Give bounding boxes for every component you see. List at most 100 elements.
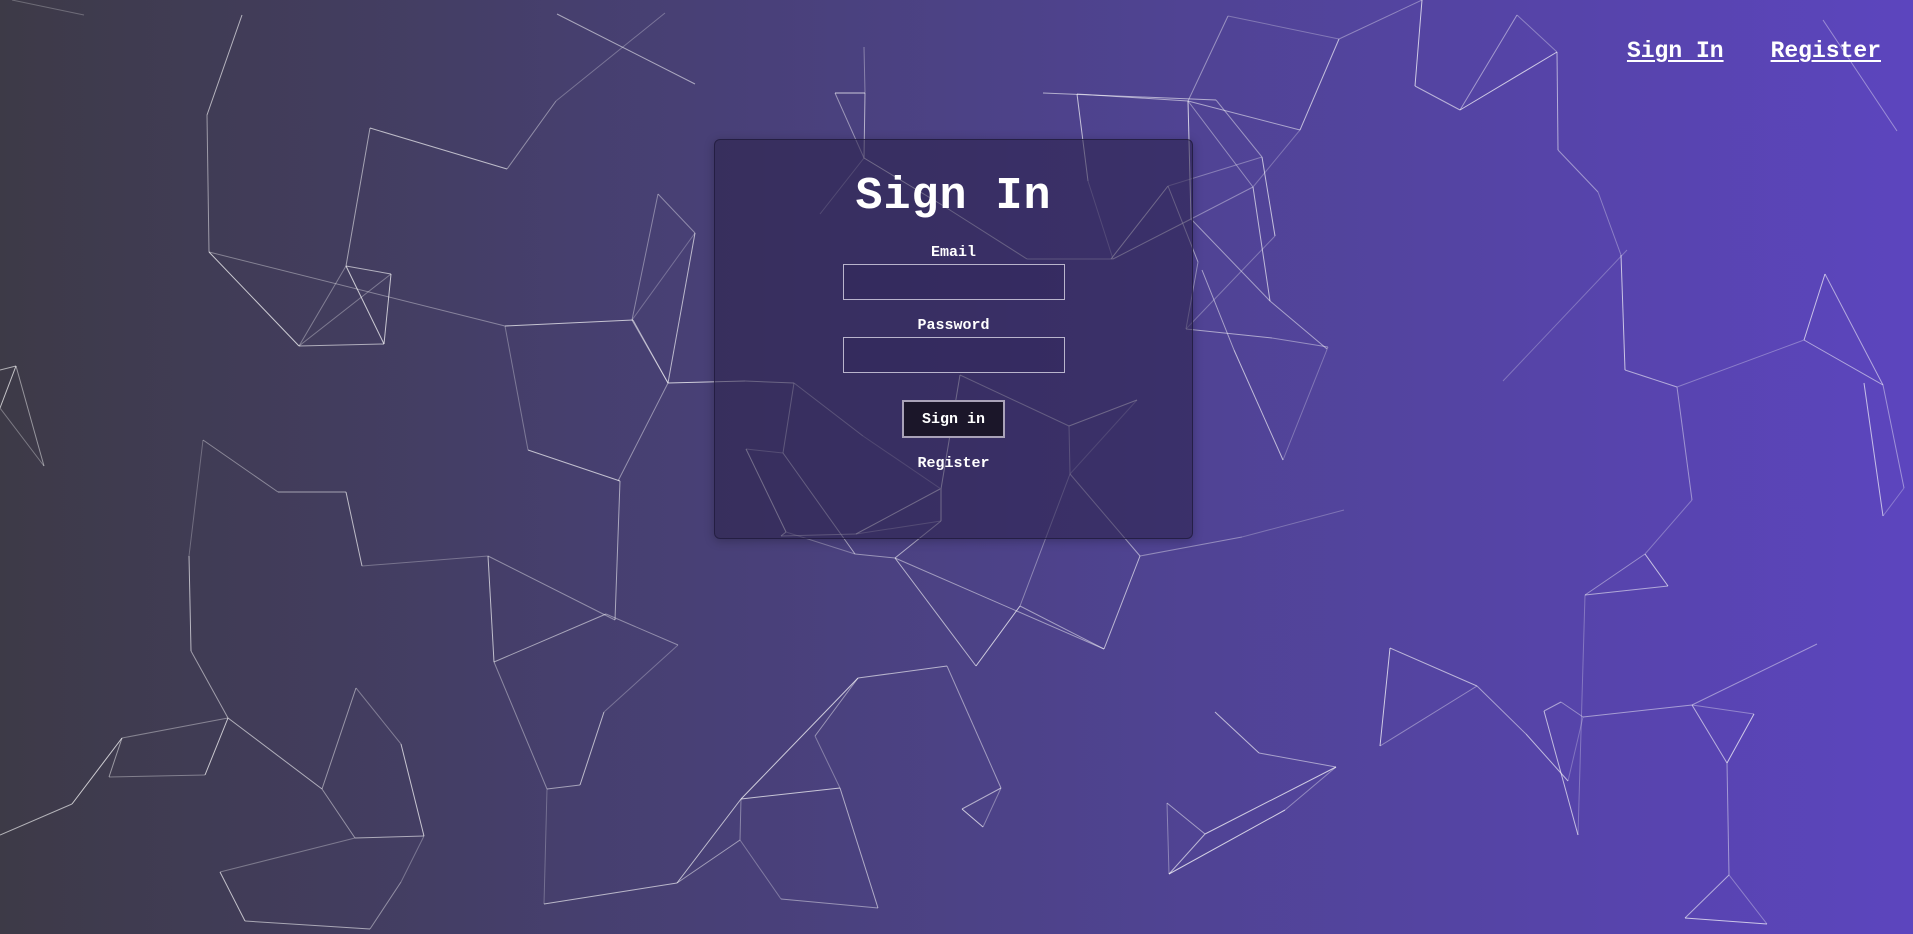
network-line	[1227, 15, 1340, 40]
email-field[interactable]	[842, 264, 1065, 300]
network-line	[1728, 874, 1768, 925]
network-line	[1882, 487, 1905, 517]
network-line	[298, 265, 347, 347]
network-line	[631, 193, 659, 321]
network-line	[946, 665, 1002, 789]
network-line	[667, 232, 696, 384]
network-line	[71, 737, 123, 805]
network-line	[1684, 874, 1730, 919]
network-line	[1282, 346, 1329, 461]
network-line	[369, 127, 508, 170]
network-line	[504, 319, 634, 327]
network-line	[1379, 647, 1391, 747]
network-line	[1584, 585, 1669, 596]
network-line	[1577, 594, 1586, 836]
register-link[interactable]: Register	[715, 456, 1192, 471]
network-line	[982, 787, 1002, 828]
network-line	[1185, 235, 1276, 330]
network-line	[219, 871, 246, 922]
nav-register-link[interactable]: Register	[1771, 38, 1881, 64]
network-line	[15, 365, 45, 467]
network-line	[1019, 605, 1105, 650]
network-line	[504, 325, 529, 451]
network-line	[546, 784, 581, 790]
network-line	[1863, 382, 1884, 517]
network-line	[345, 265, 392, 275]
network-line	[555, 12, 666, 102]
network-line	[631, 319, 669, 384]
network-line	[506, 100, 557, 170]
network-line	[614, 480, 621, 621]
network-line	[1644, 499, 1693, 555]
sign-in-button[interactable]: Sign in	[902, 400, 1005, 438]
network-line	[345, 491, 363, 567]
network-line	[1691, 643, 1818, 706]
network-line	[345, 127, 371, 267]
sign-in-card: Sign In Email Password Sign in Register	[714, 139, 1193, 539]
network-line	[1525, 733, 1569, 782]
network-line	[219, 837, 356, 873]
network-line	[961, 787, 1002, 810]
network-line	[121, 717, 229, 739]
network-line	[1284, 766, 1337, 811]
network-line	[1557, 149, 1599, 193]
network-line	[780, 898, 879, 909]
email-group: Email	[715, 245, 1192, 300]
network-line	[208, 251, 300, 347]
network-line	[961, 808, 984, 828]
network-line	[1459, 51, 1558, 111]
network-line	[839, 787, 879, 909]
network-line	[1338, 0, 1423, 40]
network-line	[321, 788, 356, 839]
network-line	[1882, 384, 1905, 489]
network-line	[1676, 386, 1693, 501]
network-line	[493, 613, 607, 663]
network-line	[1414, 0, 1423, 87]
network-line	[1459, 14, 1518, 111]
network-line	[1241, 509, 1345, 538]
network-line	[1676, 339, 1805, 388]
network-line	[1187, 100, 1254, 188]
password-field[interactable]	[842, 337, 1065, 373]
network-line	[202, 439, 279, 493]
network-line	[854, 553, 896, 559]
network-line	[400, 835, 425, 883]
network-line	[1187, 100, 1301, 131]
network-line	[383, 273, 392, 345]
network-line	[1624, 369, 1678, 388]
network-line	[493, 661, 548, 790]
network-line	[1543, 701, 1562, 712]
network-line	[1684, 917, 1768, 925]
network-line	[1691, 704, 1728, 764]
network-line	[1516, 14, 1558, 53]
network-line	[543, 882, 678, 905]
network-line	[1190, 218, 1271, 302]
network-line	[1597, 191, 1622, 256]
network-line	[1299, 38, 1340, 131]
network-line	[1201, 269, 1235, 351]
network-line	[1582, 704, 1693, 718]
network-line	[975, 605, 1021, 667]
network-line	[1214, 711, 1260, 754]
network-line	[369, 881, 402, 930]
network-line	[1252, 129, 1301, 188]
network-line	[1187, 15, 1229, 102]
nav-sign-in-link[interactable]: Sign In	[1627, 38, 1724, 64]
network-line	[1584, 553, 1646, 596]
network-line	[400, 743, 425, 837]
network-line	[605, 613, 679, 646]
network-line	[657, 193, 696, 234]
network-line	[1215, 99, 1263, 158]
network-line	[863, 46, 866, 94]
network-line	[579, 711, 605, 786]
network-line	[188, 555, 192, 652]
network-line	[0, 803, 73, 836]
network-line	[894, 557, 977, 667]
top-nav: Sign In Register	[1627, 38, 1881, 64]
network-line	[354, 835, 425, 839]
network-line	[1233, 349, 1284, 461]
network-line	[1166, 802, 1206, 835]
network-line	[108, 737, 123, 778]
network-line	[1204, 766, 1337, 835]
network-line	[1414, 85, 1461, 111]
